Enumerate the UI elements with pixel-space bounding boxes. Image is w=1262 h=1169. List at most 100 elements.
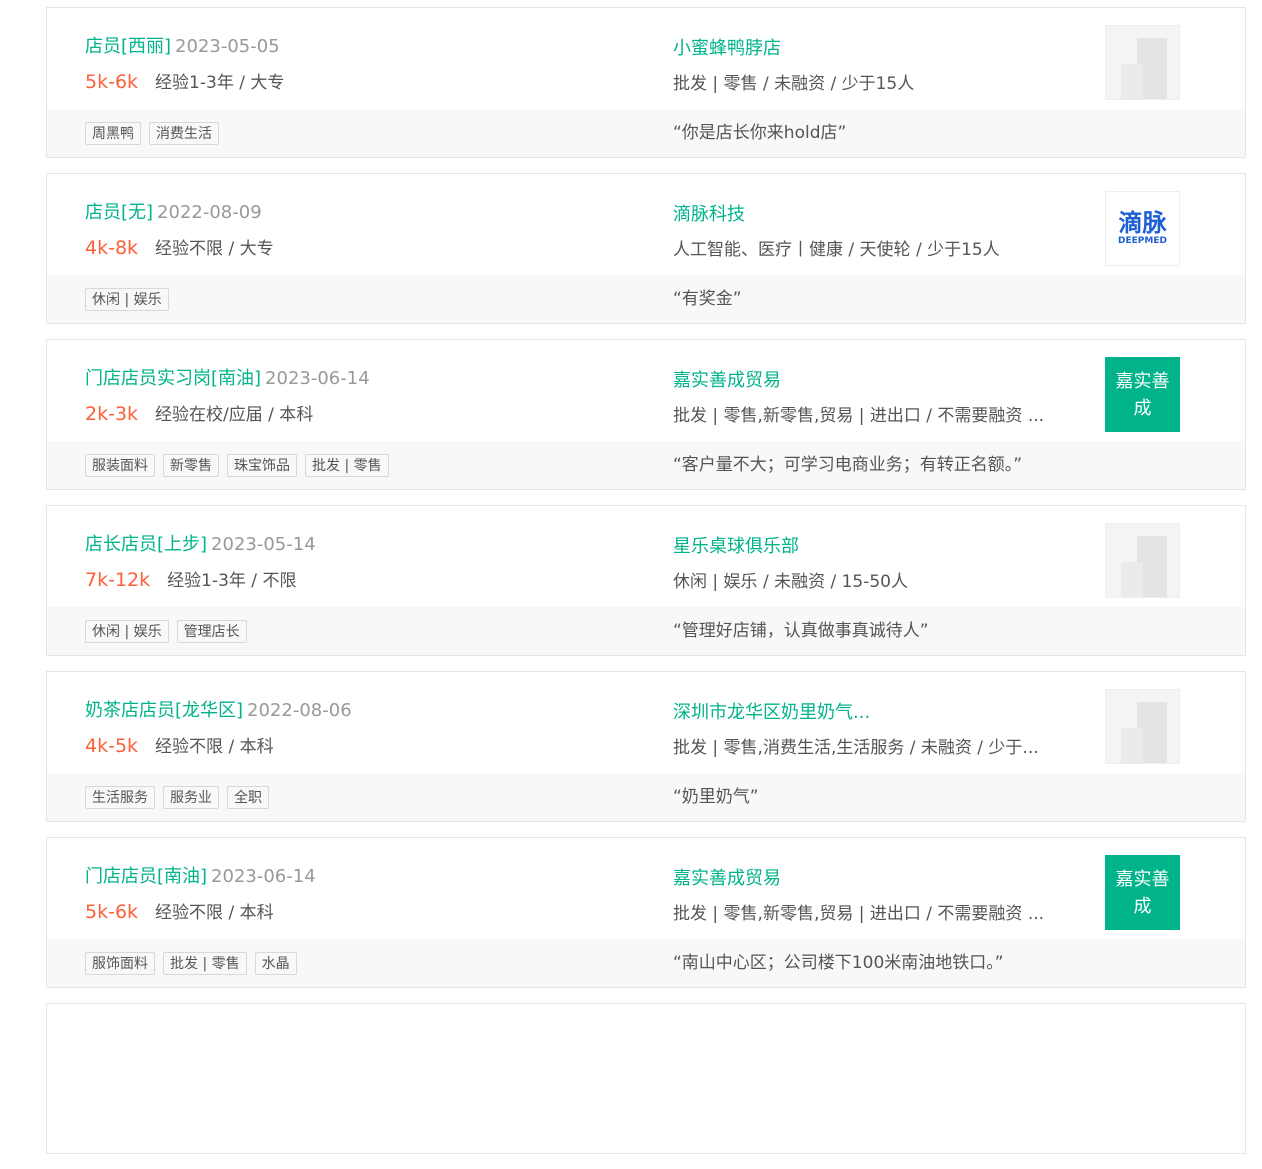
- job-tags: 休闲 | 娱乐 管理店长: [85, 620, 255, 643]
- salary: 7k-12k: [85, 569, 151, 591]
- job-card-bottom: 生活服务 服务业 全职 “奶里奶气”: [47, 773, 1245, 821]
- job-requirements: 经验在校/应届 / 本科: [155, 405, 314, 425]
- job-tags: 休闲 | 娱乐: [85, 288, 177, 311]
- job-card-bottom: 周黑鸭 消费生活 “你是店长你来hold店”: [47, 109, 1245, 157]
- job-salary-line: 7k-12k 经验1-3年 / 不限: [85, 568, 296, 593]
- placeholder-shape: [1121, 64, 1143, 99]
- company-slogan: “管理好店铺，认真做事真诚待人”: [673, 621, 929, 641]
- job-card-bottom: 休闲 | 娱乐 管理店长 “管理好店铺，认真做事真诚待人”: [47, 607, 1245, 655]
- job-salary-line: 2k-3k 经验在校/应届 / 本科: [85, 402, 313, 427]
- job-tag[interactable]: 消费生活: [149, 122, 219, 145]
- company-industry: 人工智能、医疗丨健康 / 天使轮 / 少于15人: [673, 240, 1000, 260]
- job-tags: 服饰面料 批发 | 零售 水晶: [85, 952, 305, 975]
- job-title-link[interactable]: 店长店员[上步]: [85, 534, 207, 555]
- job-post-date: 2022-08-06: [247, 700, 352, 721]
- job-tag[interactable]: 全职: [227, 786, 269, 809]
- company-name-link[interactable]: 深圳市龙华区奶里奶气...: [673, 701, 870, 725]
- company-slogan: “你是店长你来hold店”: [673, 123, 847, 143]
- job-title-link[interactable]: 店员[无]: [85, 202, 153, 223]
- company-logo[interactable]: 嘉实善成: [1105, 855, 1180, 930]
- job-tag[interactable]: 生活服务: [85, 786, 155, 809]
- job-tags: 生活服务 服务业 全职: [85, 786, 277, 809]
- job-salary-line: 4k-5k 经验不限 / 本科: [85, 734, 274, 759]
- job-tag[interactable]: 管理店长: [176, 620, 247, 643]
- job-post-date: 2023-06-14: [265, 368, 370, 389]
- job-salary-line: 5k-6k 经验1-3年 / 大专: [85, 70, 284, 95]
- job-card-top: 奶茶店店员[龙华区] 2022-08-06 4k-5k 经验不限 / 本科 深圳市龙…: [47, 672, 1245, 776]
- company-slogan: “奶里奶气”: [673, 787, 759, 807]
- company-industry: 批发 | 零售,新零售,贸易 | 进出口 / 不需要融资 ...: [673, 406, 1045, 426]
- job-card-partial: [46, 1003, 1246, 1154]
- job-card[interactable]: 店员[西丽] 2023-05-05 5k-6k 经验1-3年 / 大专 小蜜蜂鸭脖店…: [46, 7, 1246, 158]
- job-title-link[interactable]: 奶茶店店员[龙华区]: [85, 700, 243, 721]
- job-requirements: 经验不限 / 本科: [155, 903, 274, 923]
- job-tag[interactable]: 珠宝饰品: [227, 454, 297, 477]
- job-card-top: 店长店员[上步] 2023-05-14 7k-12k 经验1-3年 / 不限 星乐桌…: [47, 506, 1245, 610]
- job-title-link[interactable]: 店员[西丽]: [85, 36, 171, 57]
- job-card-bottom: 服饰面料 批发 | 零售 水晶 “南山中心区；公司楼下100米南油地铁口。”: [47, 939, 1245, 987]
- job-tag[interactable]: 休闲 | 娱乐: [85, 288, 169, 311]
- job-tag[interactable]: 服饰面料: [85, 952, 155, 975]
- company-name-link[interactable]: 滴脉科技: [673, 203, 745, 227]
- job-card[interactable]: 奶茶店店员[龙华区] 2022-08-06 4k-5k 经验不限 / 本科 深圳市龙…: [46, 671, 1246, 822]
- company-industry: 批发 | 零售,消费生活,生活服务 / 未融资 / 少于...: [673, 738, 1039, 758]
- job-tag[interactable]: 水晶: [254, 952, 297, 975]
- company-name-link[interactable]: 小蜜蜂鸭脖店: [673, 37, 781, 61]
- salary: 4k-8k: [85, 237, 139, 259]
- company-logo[interactable]: 嘉实善成: [1105, 357, 1180, 432]
- company-logo-text: 滴脉: [1118, 209, 1167, 237]
- job-post-date: 2022-08-09: [157, 202, 262, 223]
- company-logo-placeholder[interactable]: [1105, 25, 1180, 100]
- job-tag[interactable]: 服务业: [163, 786, 219, 809]
- placeholder-shape: [1121, 562, 1143, 597]
- job-tags: 周黑鸭 消费生活: [85, 122, 227, 145]
- job-title-line: 门店店员[南油] 2023-06-14: [85, 865, 316, 889]
- job-card-top: 店员[西丽] 2023-05-05 5k-6k 经验1-3年 / 大专 小蜜蜂鸭脖店…: [47, 8, 1245, 112]
- job-requirements: 经验不限 / 大专: [155, 239, 274, 259]
- job-card[interactable]: 门店店员[南油] 2023-06-14 5k-6k 经验不限 / 本科 嘉实善成贸易…: [46, 837, 1246, 988]
- job-card-bottom: 休闲 | 娱乐 “有奖金”: [47, 275, 1245, 323]
- job-tag[interactable]: 休闲 | 娱乐: [85, 620, 169, 643]
- company-slogan: “南山中心区；公司楼下100米南油地铁口。”: [673, 953, 1004, 973]
- job-title-line: 门店店员实习岗[南油] 2023-06-14: [85, 367, 370, 391]
- job-title-line: 奶茶店店员[龙华区] 2022-08-06: [85, 699, 352, 723]
- company-industry: 休闲 | 娱乐 / 未融资 / 15-50人: [673, 572, 909, 592]
- job-list: 店员[西丽] 2023-05-05 5k-6k 经验1-3年 / 大专 小蜜蜂鸭脖店…: [46, 7, 1246, 1169]
- job-tag[interactable]: 服装面料: [85, 454, 155, 477]
- job-salary-line: 5k-6k 经验不限 / 本科: [85, 900, 274, 925]
- job-card[interactable]: 店员[无] 2022-08-09 4k-8k 经验不限 / 大专 滴脉科技 人工智能…: [46, 173, 1246, 324]
- company-name-link[interactable]: 嘉实善成贸易: [673, 369, 781, 393]
- job-card-top: 门店店员实习岗[南油] 2023-06-14 2k-3k 经验在校/应届 / 本科 …: [47, 340, 1245, 444]
- company-slogan: “有奖金”: [673, 289, 742, 309]
- job-title-line: 店员[西丽] 2023-05-05: [85, 35, 280, 59]
- job-post-date: 2023-06-14: [211, 866, 316, 887]
- job-title-line: 店员[无] 2022-08-09: [85, 201, 262, 225]
- job-card-bottom: 服装面料 新零售 珠宝饰品 批发 | 零售 “客户量不大；可学习电商业务；有转正名额。…: [47, 441, 1245, 489]
- job-requirements: 经验不限 / 本科: [155, 737, 274, 757]
- job-requirements: 经验1-3年 / 大专: [155, 73, 285, 93]
- company-logo-subtext: DEEPMED: [1118, 236, 1167, 246]
- company-logo-placeholder[interactable]: [1105, 689, 1180, 764]
- job-card-top: 门店店员[南油] 2023-06-14 5k-6k 经验不限 / 本科 嘉实善成贸易…: [47, 838, 1245, 942]
- job-tag[interactable]: 批发 | 零售: [305, 454, 389, 477]
- salary: 2k-3k: [85, 403, 139, 425]
- job-card[interactable]: 门店店员实习岗[南油] 2023-06-14 2k-3k 经验在校/应届 / 本科 …: [46, 339, 1246, 490]
- salary: 4k-5k: [85, 735, 139, 757]
- job-post-date: 2023-05-05: [175, 36, 280, 57]
- job-tag[interactable]: 新零售: [163, 454, 219, 477]
- placeholder-shape: [1121, 728, 1143, 763]
- company-industry: 批发 | 零售 / 未融资 / 少于15人: [673, 74, 915, 94]
- salary: 5k-6k: [85, 901, 139, 923]
- company-logo[interactable]: 滴脉 DEEPMED: [1105, 191, 1180, 266]
- company-logo-placeholder[interactable]: [1105, 523, 1180, 598]
- company-name-link[interactable]: 嘉实善成贸易: [673, 867, 781, 891]
- job-tag[interactable]: 周黑鸭: [85, 122, 141, 145]
- job-tag[interactable]: 批发 | 零售: [163, 952, 247, 975]
- job-tags: 服装面料 新零售 珠宝饰品 批发 | 零售: [85, 454, 397, 477]
- job-card[interactable]: 店长店员[上步] 2023-05-14 7k-12k 经验1-3年 / 不限 星乐桌…: [46, 505, 1246, 656]
- job-title-link[interactable]: 门店店员实习岗[南油]: [85, 368, 261, 389]
- salary: 5k-6k: [85, 71, 139, 93]
- company-name-link[interactable]: 星乐桌球俱乐部: [673, 535, 799, 559]
- job-title-link[interactable]: 门店店员[南油]: [85, 866, 207, 887]
- job-requirements: 经验1-3年 / 不限: [167, 571, 297, 591]
